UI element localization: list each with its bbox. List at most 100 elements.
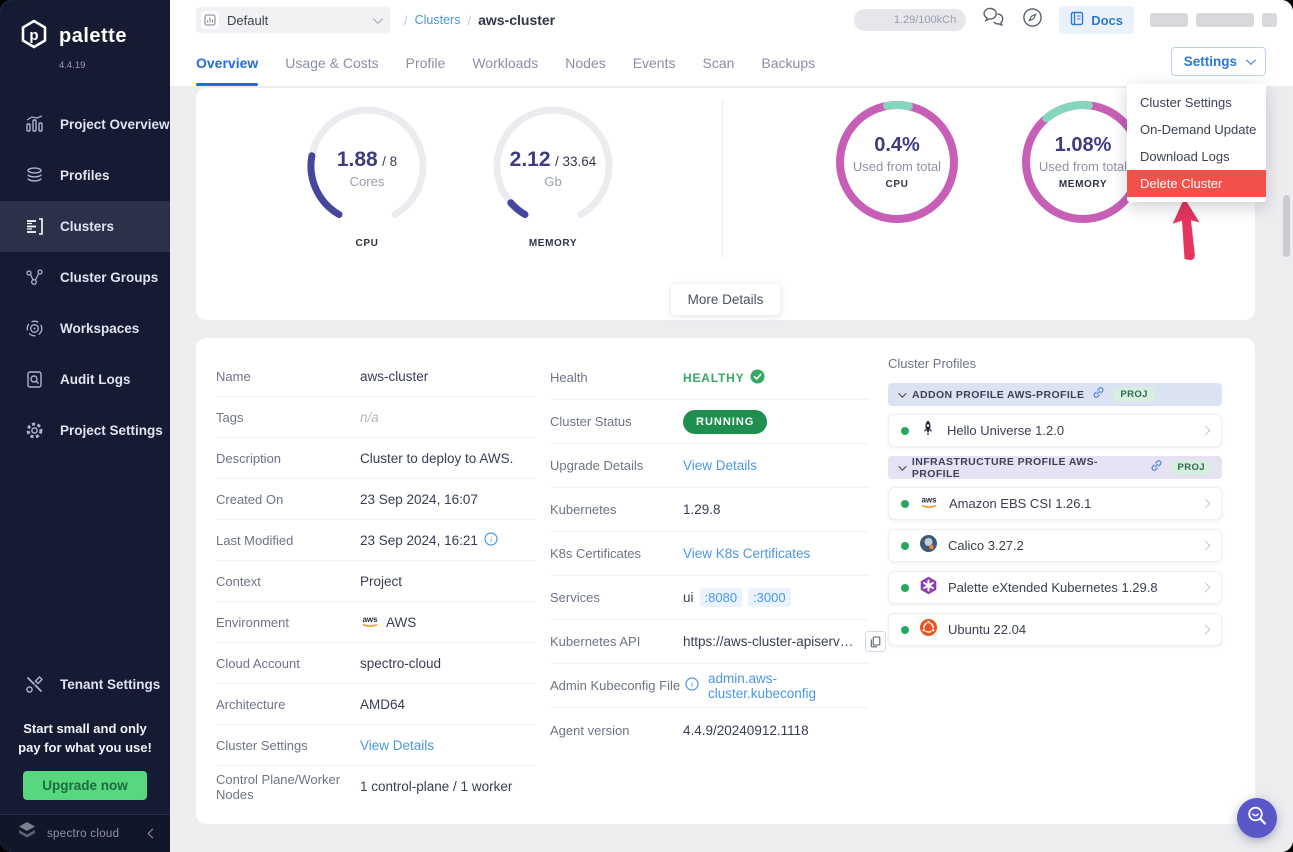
rocket-icon — [919, 419, 937, 442]
status-dot — [901, 427, 909, 435]
sidebar-footer: spectro cloud — [0, 814, 170, 852]
cpu-usage-gauge: 1.88 / 8 Cores CPU — [303, 104, 431, 249]
menu-item-delete-cluster[interactable]: Delete Cluster — [1127, 170, 1266, 197]
sidebar-item-project-overview[interactable]: Project Overview — [0, 99, 170, 150]
footer-brand: spectro cloud — [47, 828, 140, 840]
service-port-link[interactable]: :3000 — [748, 588, 791, 607]
addon-profile-header[interactable]: ADDON PROFILE AWS-PROFILE PROJ — [888, 383, 1222, 406]
layers-icon — [24, 166, 44, 186]
cpu-gauge-label: CPU — [303, 238, 431, 249]
info-row-nodes: Control Plane/Worker Nodes 1 control-pla… — [216, 766, 536, 807]
docs-button-label: Docs — [1091, 13, 1123, 28]
logo-area: p palette 4.4.19 — [0, 0, 170, 71]
gear-icon — [24, 421, 44, 441]
tab-workloads[interactable]: Workloads — [472, 40, 538, 86]
menu-item-cluster-settings[interactable]: Cluster Settings — [1127, 89, 1266, 116]
chevron-down-icon — [898, 389, 906, 397]
profile-section-title: ADDON PROFILE AWS-PROFILE — [912, 389, 1084, 401]
breadcrumb-clusters-link[interactable]: Clusters — [415, 13, 461, 27]
tab-scan[interactable]: Scan — [703, 40, 735, 86]
profile-item-hello-universe[interactable]: Hello Universe 1.2.0 — [888, 414, 1222, 447]
status-dot — [901, 584, 909, 592]
kubeconfig-download-link[interactable]: admin.aws-cluster.kubeconfig — [708, 671, 868, 701]
palette-logo-icon: p — [18, 18, 50, 55]
upgrade-now-button[interactable]: Upgrade now — [23, 771, 147, 800]
service-name: ui — [683, 590, 694, 605]
row-label: Architecture — [216, 697, 360, 712]
cluster-status-column: Health HEALTHY Cluster Status RUNNING Up… — [550, 356, 868, 752]
tab-profile[interactable]: Profile — [406, 40, 446, 86]
service-port-link[interactable]: :8080 — [700, 588, 743, 607]
row-label: Upgrade Details — [550, 458, 683, 473]
compass-icon[interactable] — [1022, 7, 1043, 33]
app-name: palette — [59, 25, 127, 48]
row-label: Agent version — [550, 723, 683, 738]
view-details-link[interactable]: View Details — [360, 738, 434, 753]
more-details-button[interactable]: More Details — [671, 284, 781, 315]
tab-events[interactable]: Events — [633, 40, 676, 86]
sidebar-item-clusters[interactable]: Clusters — [0, 201, 170, 252]
profile-item-palette-extended-kubernetes[interactable]: Palette eXtended Kubernetes 1.29.8 — [888, 571, 1222, 604]
row-label: Kubernetes API — [550, 634, 683, 649]
tab-overview[interactable]: Overview — [196, 40, 258, 86]
settings-dropdown-button[interactable]: Settings — [1171, 47, 1266, 76]
info-icon[interactable]: i — [685, 677, 699, 694]
sidebar-item-project-settings[interactable]: Project Settings — [0, 405, 170, 456]
row-value: 1.29.8 — [683, 502, 721, 517]
sidebar-item-audit-logs[interactable]: Audit Logs — [0, 354, 170, 405]
profile-item-ubuntu[interactable]: Ubuntu 22.04 — [888, 613, 1222, 646]
row-value: 1 control-plane / 1 worker — [360, 779, 512, 794]
row-value: 23 Sep 2024, 16:21 — [360, 533, 478, 548]
row-value: spectro-cloud — [360, 656, 441, 671]
link-icon[interactable] — [1092, 386, 1105, 404]
tab-backups[interactable]: Backups — [761, 40, 815, 86]
view-k8s-certificates-link[interactable]: View K8s Certificates — [683, 546, 810, 561]
profile-item-amazon-ebs-csi[interactable]: aws Amazon EBS CSI 1.26.1 — [888, 487, 1222, 520]
docs-button[interactable]: Docs — [1059, 6, 1134, 34]
row-label: Cluster Settings — [216, 738, 360, 753]
row-value: Project — [360, 574, 402, 589]
view-details-link[interactable]: View Details — [683, 458, 757, 473]
menu-item-on-demand-update[interactable]: On-Demand Update — [1127, 116, 1266, 143]
sidebar-item-tenant-settings[interactable]: Tenant Settings — [0, 659, 170, 710]
chat-icon[interactable] — [982, 7, 1006, 34]
scrollbar-thumb[interactable] — [1283, 195, 1290, 257]
breadcrumb-separator: / — [404, 13, 408, 28]
info-row-environment: Environment aws AWS — [216, 602, 536, 643]
row-label: Environment — [216, 615, 360, 630]
row-label: Control Plane/Worker Nodes — [216, 772, 360, 802]
chevron-right-icon — [1201, 583, 1211, 593]
health-value: HEALTHY — [683, 371, 744, 385]
help-search-fab[interactable] — [1237, 798, 1277, 838]
row-value: 23 Sep 2024, 16:07 — [360, 492, 478, 507]
link-icon[interactable] — [1150, 459, 1163, 477]
redacted-block — [1196, 13, 1254, 27]
cpu-percent-caption: Used from total — [833, 159, 961, 174]
tab-usage-costs[interactable]: Usage & Costs — [285, 40, 378, 86]
sidebar-item-workspaces[interactable]: Workspaces — [0, 303, 170, 354]
status-dot — [901, 542, 909, 550]
sidebar-item-cluster-groups[interactable]: Cluster Groups — [0, 252, 170, 303]
row-label: K8s Certificates — [550, 546, 683, 561]
copy-icon[interactable] — [865, 631, 886, 652]
cluster-info-column: Name aws-cluster Tags n/a Description Cl… — [216, 356, 536, 807]
row-label: Name — [216, 369, 360, 384]
menu-item-download-logs[interactable]: Download Logs — [1127, 143, 1266, 170]
sidebar-item-label: Project Overview — [60, 117, 170, 132]
profile-item-calico[interactable]: Calico 3.27.2 — [888, 529, 1222, 562]
infrastructure-profile-header[interactable]: INFRASTRUCTURE PROFILE AWS-PROFILE PROJ — [888, 456, 1222, 479]
chevron-right-icon — [1201, 625, 1211, 635]
cpu-percent-label: CPU — [833, 179, 961, 190]
page-scrollbar[interactable] — [1283, 92, 1290, 842]
sidebar-item-profiles[interactable]: Profiles — [0, 150, 170, 201]
row-value: Cluster to deploy to AWS. — [360, 451, 513, 466]
profile-item-name: Ubuntu 22.04 — [948, 622, 1192, 637]
profile-item-name: Hello Universe 1.2.0 — [947, 423, 1192, 438]
tab-nodes[interactable]: Nodes — [565, 40, 605, 86]
collapse-sidebar-icon[interactable] — [148, 829, 158, 839]
sidebar-item-label: Clusters — [60, 219, 114, 234]
project-scope-selector[interactable]: Default — [196, 7, 390, 33]
row-label: Services — [550, 590, 683, 605]
info-icon[interactable]: i — [484, 532, 498, 549]
settings-button-label: Settings — [1184, 54, 1237, 69]
